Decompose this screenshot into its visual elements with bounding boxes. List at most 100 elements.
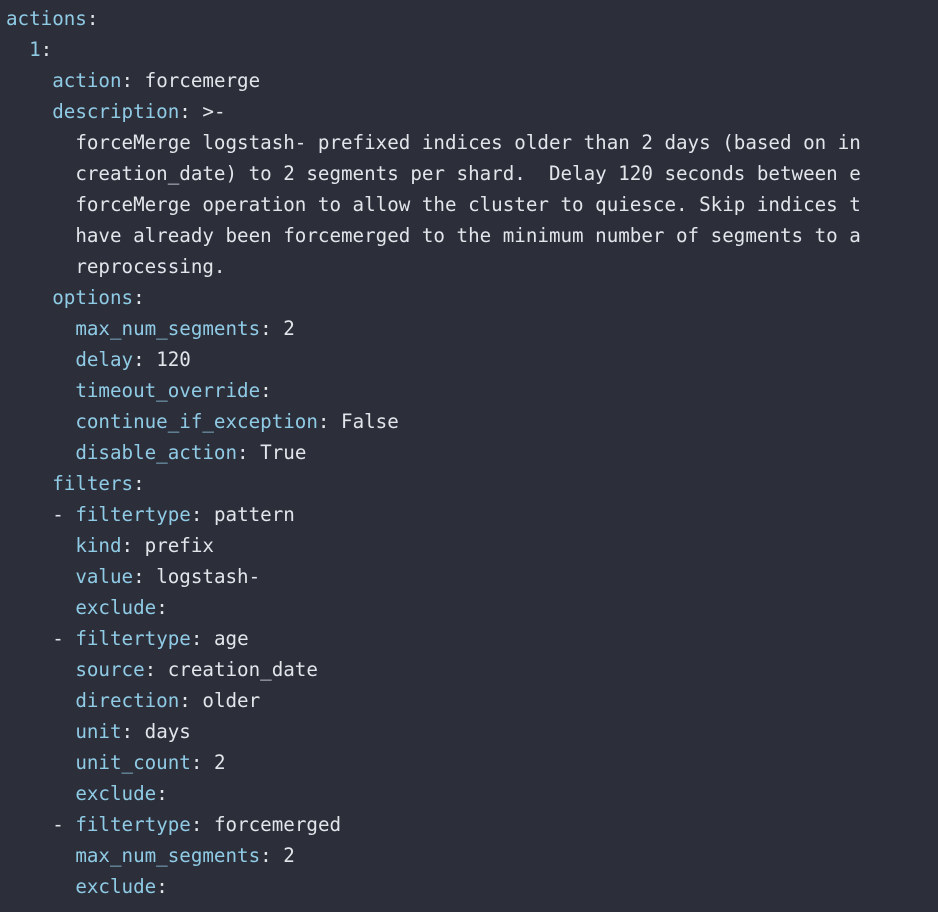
code-line: max_num_segments: 2	[6, 840, 861, 871]
code-line: creation_date) to 2 segments per shard. …	[6, 158, 861, 189]
key-colon: :	[190, 751, 203, 774]
key-colon: :	[260, 317, 272, 340]
code-line: timeout_override:	[6, 375, 861, 406]
yaml-value: 120	[144, 348, 191, 371]
key-colon: :	[260, 844, 272, 867]
yaml-value: logstash-	[144, 565, 261, 588]
code-line: - filtertype: age	[6, 623, 861, 654]
key-colon: :	[156, 596, 168, 619]
yaml-key: action	[52, 69, 122, 92]
code-line: disable_action: True	[6, 437, 861, 468]
key-colon: :	[86, 7, 99, 30]
yaml-key: filtertype	[75, 627, 191, 650]
code-line: - filtertype: pattern	[6, 499, 861, 530]
code-line: direction: older	[6, 685, 861, 716]
code-line: exclude:	[6, 778, 861, 809]
yaml-value: 2	[271, 844, 295, 867]
yaml-key: direction	[75, 689, 180, 712]
code-line: unit_count: 2	[6, 747, 861, 778]
yaml-value: forcemerge	[133, 69, 261, 92]
yaml-key: filtertype	[75, 503, 191, 526]
yaml-code-block[interactable]: actions: 1: action: forcemerge descripti…	[6, 3, 861, 902]
yaml-value: days	[133, 720, 191, 743]
key-colon: :	[133, 348, 145, 371]
key-colon: :	[179, 689, 191, 712]
yaml-value: False	[329, 410, 399, 433]
code-line: delay: 120	[6, 344, 861, 375]
yaml-value: forceMerge operation to allow the cluste…	[75, 193, 861, 216]
code-line: options:	[6, 282, 861, 313]
code-line: unit: days	[6, 716, 861, 747]
yaml-value: pattern	[202, 503, 295, 526]
yaml-value: 2	[271, 317, 295, 340]
code-line: kind: prefix	[6, 530, 861, 561]
yaml-value: age	[202, 627, 249, 650]
list-dash: -	[52, 813, 76, 836]
yaml-value: older	[190, 689, 261, 712]
yaml-key: continue_if_exception	[75, 410, 318, 433]
yaml-key: timeout_override	[75, 379, 261, 402]
key-colon: :	[144, 658, 157, 681]
yaml-value: have already been forcemerged to the min…	[75, 224, 861, 247]
list-dash: -	[52, 627, 76, 650]
code-line: 1:	[6, 34, 861, 65]
key-colon: :	[121, 534, 134, 557]
yaml-key: exclude	[75, 782, 157, 805]
yaml-key: description	[52, 100, 180, 123]
yaml-key: 1	[29, 38, 41, 61]
yaml-value: prefix	[133, 534, 214, 557]
yaml-key: unit	[75, 720, 122, 743]
yaml-value: creation_date	[156, 658, 318, 681]
code-line: forceMerge operation to allow the cluste…	[6, 189, 861, 220]
yaml-value: forcemerged	[202, 813, 342, 836]
key-colon: :	[179, 100, 191, 123]
yaml-key: exclude	[75, 875, 157, 898]
code-line: exclude:	[6, 871, 861, 902]
code-line: action: forcemerge	[6, 65, 861, 96]
key-colon: :	[121, 720, 134, 743]
code-line: source: creation_date	[6, 654, 861, 685]
key-colon: :	[190, 503, 203, 526]
code-line: exclude:	[6, 592, 861, 623]
key-colon: :	[156, 875, 168, 898]
code-editor[interactable]: actions: 1: action: forcemerge descripti…	[0, 0, 938, 912]
code-line: continue_if_exception: False	[6, 406, 861, 437]
yaml-key: value	[75, 565, 134, 588]
yaml-key: max_num_segments	[75, 844, 261, 867]
yaml-value: creation_date) to 2 segments per shard. …	[75, 162, 861, 185]
yaml-key: exclude	[75, 596, 157, 619]
key-colon: :	[190, 627, 203, 650]
code-line: value: logstash-	[6, 561, 861, 592]
code-line: max_num_segments: 2	[6, 313, 861, 344]
key-colon: :	[133, 565, 145, 588]
yaml-key: filters	[52, 472, 134, 495]
yaml-key: max_num_segments	[75, 317, 261, 340]
yaml-key: options	[52, 286, 134, 309]
key-colon: :	[317, 410, 330, 433]
key-colon: :	[190, 813, 203, 836]
code-line: forceMerge logstash- prefixed indices ol…	[6, 127, 861, 158]
code-line: description: >-	[6, 96, 861, 127]
key-colon: :	[133, 472, 145, 495]
yaml-value: 2	[202, 751, 226, 774]
key-colon: :	[260, 379, 272, 402]
